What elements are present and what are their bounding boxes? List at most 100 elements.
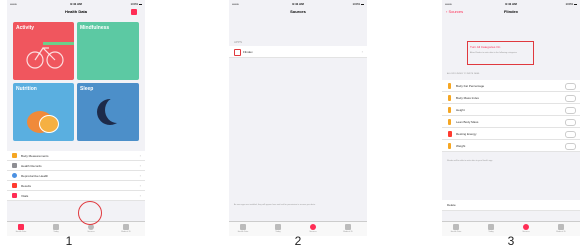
category-toggle[interactable]: [565, 95, 576, 102]
delete-row[interactable]: Delete: [442, 200, 580, 211]
category-toggle[interactable]: [565, 143, 576, 150]
tab-label: Today: [275, 231, 281, 233]
tile-label: Mindfulness: [80, 25, 110, 31]
tab-sources[interactable]: Sources: [303, 224, 323, 233]
medical-id-icon: [345, 224, 351, 230]
description-text: Allow Flindex to write data to the follo…: [470, 52, 517, 54]
health-data-icon: [453, 224, 459, 230]
flindex-app-icon: [234, 49, 241, 56]
list-item[interactable]: Body Measurements ›: [7, 151, 145, 161]
calendar-icon: [53, 224, 59, 230]
health-data-icon: [18, 224, 24, 230]
medical-id-icon: [558, 224, 564, 230]
tab-label: Today: [53, 231, 59, 233]
orange-slice-icon: [39, 115, 59, 133]
phone-screen-flindex: •••oo 9:41 AM 100% ▬ ‹ Sources Flindex T…: [442, 0, 580, 236]
category-toggle[interactable]: [565, 83, 576, 90]
tile-label: Nutrition: [16, 86, 37, 92]
footer-note: As new apps are installed, they will app…: [234, 204, 316, 206]
list-item[interactable]: Results ›: [7, 181, 145, 191]
status-time: 9:41 AM: [70, 2, 82, 6]
page-title: Health Data: [64, 9, 87, 14]
category-toggle[interactable]: [565, 119, 576, 126]
chevron-right-icon: ›: [139, 183, 141, 188]
chevron-right-icon: ›: [361, 49, 363, 54]
tab-sources[interactable]: Sources: [81, 224, 101, 233]
list-item-label: Health Records: [21, 164, 42, 168]
calendar-icon: [488, 224, 494, 230]
phone-screen-health-data: •••oo 9:41 AM 100% ▬ Health Data Activit…: [7, 0, 145, 236]
list-item[interactable]: Health Records ›: [7, 161, 145, 171]
tab-health-data[interactable]: Health Data: [446, 224, 466, 233]
moon-shadow: [105, 97, 129, 123]
tab-health-data[interactable]: Health Data: [233, 224, 253, 233]
status-bar: •••oo 9:41 AM 100% ▬: [7, 0, 145, 8]
list-item: Body Mass Index: [442, 92, 580, 104]
app-source-row[interactable]: Flindex ›: [229, 46, 367, 58]
tab-today[interactable]: Today: [481, 224, 501, 233]
activity-stripe: [43, 42, 74, 45]
category-toggle[interactable]: [565, 131, 576, 138]
vitals-icon: [12, 193, 17, 198]
activity-tile[interactable]: Activity: [13, 22, 74, 80]
health-records-icon: [12, 163, 17, 168]
app-name: Flindex: [243, 50, 253, 54]
weight-icon: [448, 143, 451, 149]
chevron-right-icon: ›: [139, 193, 141, 198]
tab-label: Medical ID: [121, 231, 131, 233]
body-measurements-icon: [12, 153, 17, 158]
bmi-icon: [448, 95, 451, 101]
results-icon: [12, 183, 17, 188]
tab-medical-id[interactable]: Medical ID: [116, 224, 136, 233]
step-number: 1: [65, 234, 73, 248]
nutrition-tile[interactable]: Nutrition: [13, 83, 74, 141]
list-item: Weight: [442, 140, 580, 152]
tab-label: Health Data: [15, 231, 27, 233]
list-item-label: Vitals: [21, 194, 29, 198]
tab-label: Health Data: [237, 231, 249, 233]
turn-all-on-link[interactable]: Turn All Categories On: [470, 45, 500, 49]
list-item: Height: [442, 104, 580, 116]
tab-health-data[interactable]: Health Data: [11, 224, 31, 233]
tile-label: Sleep: [80, 86, 94, 92]
category-toggle[interactable]: [565, 107, 576, 114]
tab-sources[interactable]: Sources: [516, 224, 536, 233]
list-item[interactable]: Reproductive Health ›: [7, 171, 145, 181]
list-item-label: Body Fat Percentage: [456, 84, 485, 88]
tab-today[interactable]: Today: [46, 224, 66, 233]
reproductive-health-icon: [12, 173, 17, 178]
list-item-label: Results: [21, 184, 32, 188]
list-item: Body Fat Percentage: [442, 80, 580, 92]
list-item[interactable]: Vitals ›: [7, 191, 145, 201]
flame-icon: [448, 131, 452, 137]
list-item-label: Lean Body Mass: [456, 120, 479, 124]
battery-indicator: 100% ▬: [565, 2, 577, 6]
step-number: 3: [507, 234, 515, 248]
medical-id-icon: [123, 224, 129, 230]
health-data-icon: [240, 224, 246, 230]
footer-note: Flindex will be able to write data to yo…: [447, 160, 493, 162]
status-time: 9:41 AM: [292, 2, 304, 6]
mindfulness-tile[interactable]: Mindfulness: [77, 22, 139, 80]
heart-icon[interactable]: [131, 9, 137, 15]
list-item-label: Body Mass Index: [456, 96, 480, 100]
height-icon: [448, 107, 451, 113]
status-bar: •••oo 9:41 AM 100% ▬: [442, 0, 580, 8]
tab-medical-id[interactable]: Medical ID: [338, 224, 358, 233]
list-item: Lean Body Mass: [442, 116, 580, 128]
tab-today[interactable]: Today: [268, 224, 288, 233]
list-item-label: Resting Energy: [456, 132, 477, 136]
tab-label: Medical ID: [556, 231, 566, 233]
tab-medical-id[interactable]: Medical ID: [551, 224, 571, 233]
highlight-circle: [78, 201, 102, 225]
section-header: APPS: [234, 40, 243, 44]
tab-label: Today: [488, 231, 494, 233]
sleep-tile[interactable]: Sleep: [77, 83, 139, 141]
list-item-label: Weight: [456, 144, 466, 148]
battery-indicator: 100% ▬: [130, 2, 142, 6]
tab-label: Sources: [309, 231, 317, 233]
tab-label: Health Data: [450, 231, 462, 233]
delete-button[interactable]: Delete: [447, 203, 456, 207]
status-time: 9:41 AM: [505, 2, 517, 6]
page-title: Flindex: [503, 9, 518, 14]
